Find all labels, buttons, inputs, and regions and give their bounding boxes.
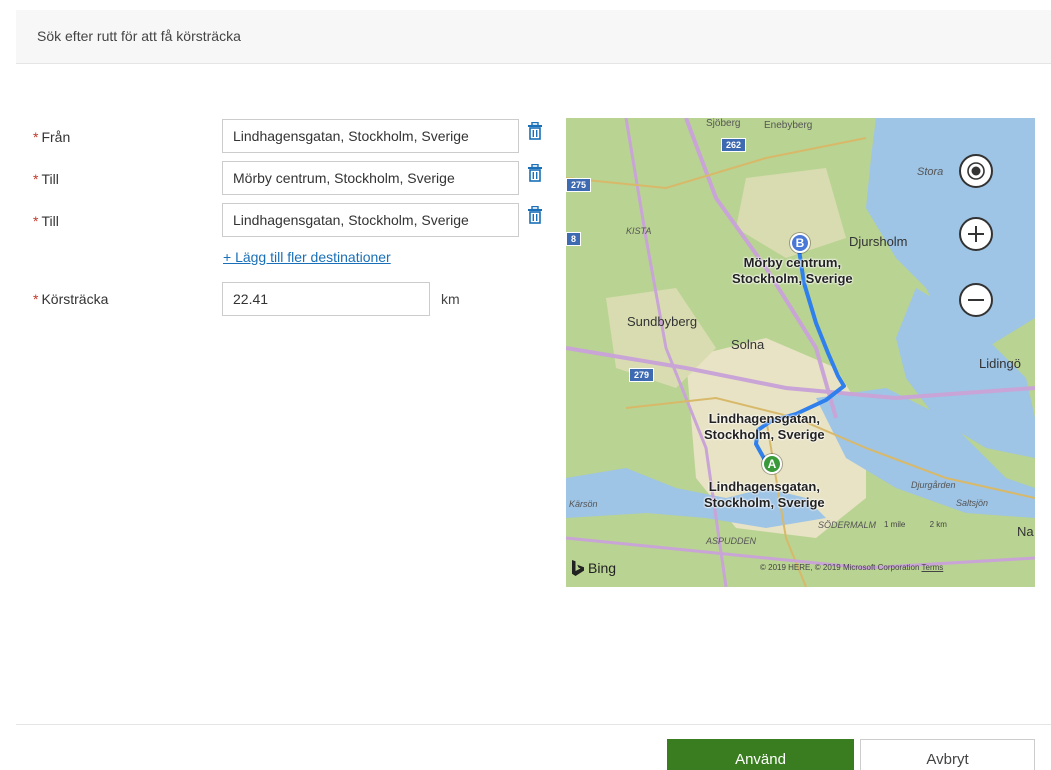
zoom-in-button[interactable] [959, 217, 993, 251]
map-place-a-lower: Lindhagensgatan, Stockholm, Sverige [704, 479, 825, 511]
required-marker: * [33, 291, 39, 307]
delete-to-1-button[interactable] [525, 164, 545, 188]
map-label-saltsjon: Saltsjön [956, 498, 989, 508]
map-place-b-line2: Stockholm, Sverige [732, 271, 853, 286]
trash-icon [528, 206, 542, 224]
required-marker: * [33, 171, 39, 187]
bing-icon [572, 560, 584, 576]
from-label: * Från [33, 129, 70, 145]
map-label-djursholm: Djursholm [849, 234, 908, 249]
map-label-lidingo: Lidingö [979, 356, 1021, 371]
map-label-djurgarden: Djurgården [911, 480, 956, 490]
to-input-2[interactable] [222, 203, 519, 237]
from-label-text: Från [41, 129, 71, 145]
map-label-sjoberg: Sjöberg [706, 118, 741, 129]
footer-divider [16, 724, 1051, 725]
map-place-a-upper: Lindhagensgatan, Stockholm, Sverige [704, 411, 825, 443]
map-scale: 1 mile 2 km [884, 520, 947, 529]
scale-km: 2 km [929, 520, 947, 529]
map-place-a-lower-line1: Lindhagensgatan, [708, 479, 820, 494]
distance-label: * Körsträcka [33, 291, 108, 307]
to-input-1[interactable] [222, 161, 519, 195]
map-place-a-upper-line2: Stockholm, Sverige [704, 427, 825, 442]
trash-icon [528, 122, 542, 140]
highway-8-shield: 8 [566, 232, 582, 246]
plus-icon [968, 226, 984, 242]
map-label-solna: Solna [731, 337, 765, 352]
map-label-stora: Stora [917, 166, 944, 178]
map-base [566, 118, 1035, 587]
terms-link[interactable]: Terms [922, 563, 944, 572]
map-label-enebyberg: Enebyberg [764, 120, 813, 131]
map-label-sundbyberg: Sundbyberg [627, 314, 698, 329]
to-label-1-text: Till [41, 171, 59, 187]
to-label-1: * Till [33, 171, 59, 187]
dialog-title: Sök efter rutt för att få körsträcka [37, 28, 241, 44]
minus-icon [968, 299, 984, 301]
map-marker-a[interactable]: A [762, 454, 782, 474]
trash-icon [528, 164, 542, 182]
map-place-b-line1: Mörby centrum, [743, 255, 842, 270]
map-place-a-lower-line2: Stockholm, Sverige [704, 495, 825, 510]
map-place-b: Mörby centrum, Stockholm, Sverige [732, 255, 853, 287]
scale-mile: 1 mile [884, 520, 906, 529]
map-label-kista: KISTA [626, 226, 652, 236]
zoom-out-button[interactable] [959, 283, 993, 317]
map-label-aspudden: ASPUDDEN [706, 536, 757, 546]
distance-input[interactable] [222, 282, 430, 316]
dialog-header: Sök efter rutt för att få körsträcka [16, 10, 1051, 64]
route-map[interactable]: Sjöberg Enebyberg Stora KISTA Djursholm … [566, 118, 1035, 587]
copyright-text: © 2019 HERE, © 2019 Microsoft Corporatio… [760, 563, 920, 572]
distance-unit: km [441, 291, 460, 307]
map-copyright: © 2019 HERE, © 2019 Microsoft Corporatio… [760, 563, 943, 572]
delete-to-2-button[interactable] [525, 206, 545, 230]
highway-262-shield: 262 [721, 138, 747, 152]
required-marker: * [33, 213, 39, 229]
to-label-2: * Till [33, 213, 59, 229]
apply-button[interactable]: Använd [667, 739, 854, 770]
add-destination-link[interactable]: + Lägg till fler destinationer [223, 249, 391, 265]
required-marker: * [33, 129, 39, 145]
from-input[interactable] [222, 119, 519, 153]
distance-label-text: Körsträcka [41, 291, 109, 307]
delete-from-button[interactable] [525, 122, 545, 146]
map-label-karson: Kärsön [569, 499, 598, 509]
cancel-button[interactable]: Avbryt [860, 739, 1035, 770]
map-label-sodermalm: SÖDERMALM [818, 520, 877, 530]
locate-me-button[interactable] [959, 154, 993, 188]
map-place-a-upper-line1: Lindhagensgatan, [708, 411, 820, 426]
bing-text: Bing [588, 560, 617, 576]
map-marker-b[interactable]: B [790, 233, 810, 253]
target-icon [967, 162, 985, 180]
map-label-na: Na [1017, 524, 1034, 539]
highway-275-shield: 275 [566, 178, 592, 192]
highway-279-shield: 279 [629, 368, 655, 382]
bing-logo: Bing [572, 560, 616, 576]
to-label-2-text: Till [41, 213, 59, 229]
